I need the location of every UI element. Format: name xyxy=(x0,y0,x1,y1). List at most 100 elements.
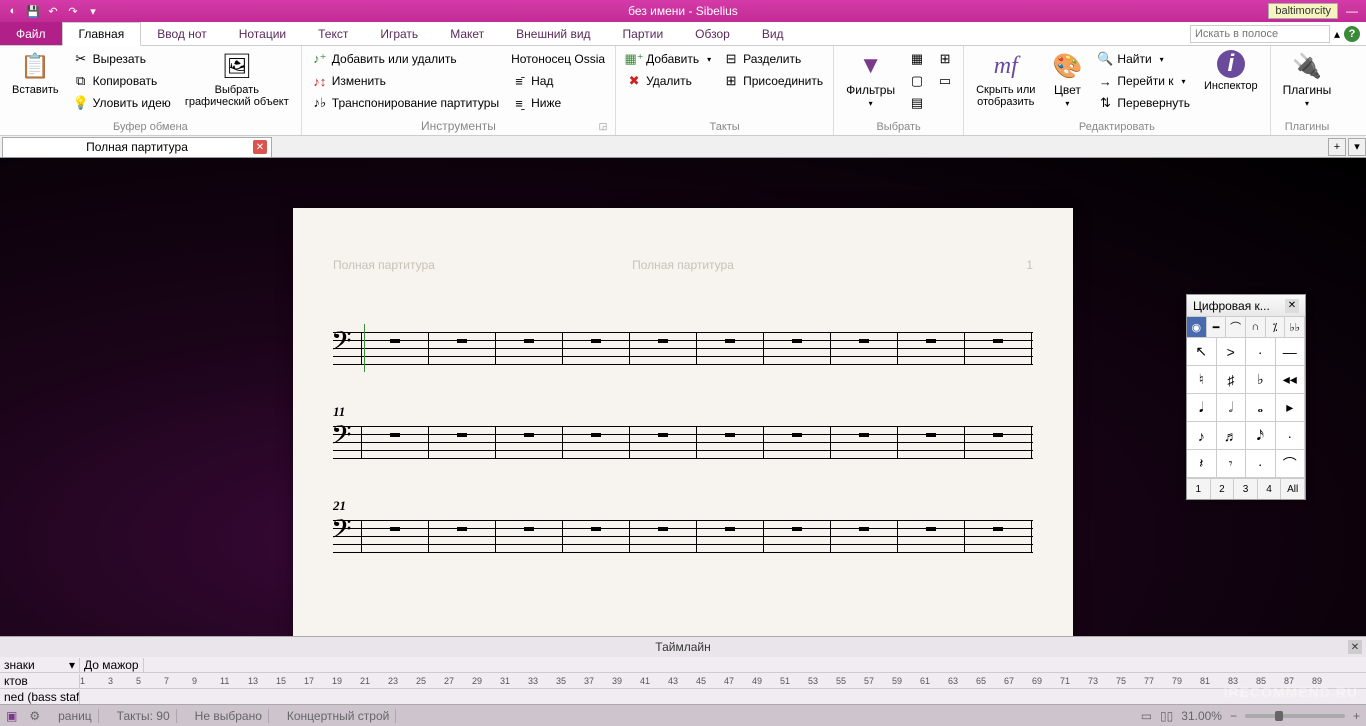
keypad-key[interactable]: · xyxy=(1246,338,1276,366)
filters-button[interactable]: ▼ Фильтры▾ xyxy=(840,48,901,112)
keypad-titlebar[interactable]: Цифровая к... ✕ xyxy=(1187,295,1305,317)
view-single-icon[interactable]: ▭ xyxy=(1141,709,1152,723)
help-icon[interactable]: ? xyxy=(1344,26,1360,42)
keypad-key[interactable]: ♪ xyxy=(1187,422,1217,450)
tab-review[interactable]: Обзор xyxy=(679,22,746,45)
keypad-voice[interactable]: 1 xyxy=(1187,479,1211,499)
ribbon-collapse-icon[interactable]: ▴ xyxy=(1334,27,1340,41)
below-button[interactable]: ≡̱Ниже xyxy=(507,92,609,114)
split-bar-button[interactable]: ⊟Разделить xyxy=(719,48,827,70)
zoom-out-icon[interactable]: − xyxy=(1230,709,1237,723)
tab-notations[interactable]: Нотации xyxy=(223,22,302,45)
keypad-key[interactable]: ◂◂ xyxy=(1276,366,1306,394)
qat-dropdown-icon[interactable]: ▾ xyxy=(84,2,102,20)
select-system-button[interactable]: ⊞ xyxy=(933,48,957,70)
find-button[interactable]: 🔍Найти▾ xyxy=(1093,48,1194,70)
keypad-key[interactable]: — xyxy=(1276,338,1306,366)
select-bars-button[interactable]: ▭ xyxy=(933,70,957,92)
keypad-key[interactable]: 𝄽 xyxy=(1187,450,1217,478)
instruments-launcher-icon[interactable]: ◲ xyxy=(597,121,609,133)
delete-bar-button[interactable]: ✖Удалить xyxy=(622,70,715,92)
panorama-icon[interactable]: ▣ xyxy=(6,709,17,723)
redo-icon[interactable]: ↷ xyxy=(64,2,82,20)
zoom-slider[interactable] xyxy=(1245,714,1345,718)
keypad-key[interactable]: 𝅘𝅥 xyxy=(1187,394,1217,422)
keypad-voice[interactable]: 4 xyxy=(1258,479,1282,499)
keypad-key[interactable]: · xyxy=(1276,422,1306,450)
add-bar-button[interactable]: ▦⁺Добавить▾ xyxy=(622,48,715,70)
select-none-button[interactable]: ▢ xyxy=(905,70,929,92)
keypad-voice[interactable]: 2 xyxy=(1211,479,1235,499)
keypad-voice[interactable]: 3 xyxy=(1234,479,1258,499)
keypad-tab[interactable]: ⁒ xyxy=(1266,317,1286,337)
staff-system[interactable]: 11𝄢 xyxy=(333,404,1033,458)
tab-view[interactable]: Вид xyxy=(746,22,800,45)
keypad-tab[interactable]: ⌒ xyxy=(1226,317,1246,337)
tab-text[interactable]: Текст xyxy=(302,22,364,45)
timeline-titlebar[interactable]: Таймлайн ✕ xyxy=(0,637,1366,657)
hide-show-button[interactable]: mf Скрыть или отобразить xyxy=(970,48,1041,110)
keypad-key[interactable]: 𝄾 xyxy=(1217,450,1247,478)
keypad-tab[interactable]: ♭♭ xyxy=(1285,317,1305,337)
close-tab-icon[interactable]: ✕ xyxy=(253,140,267,154)
transpose-score-button[interactable]: ♪♭Транспонирование партитуры xyxy=(308,92,503,114)
select-all-button[interactable]: ▦ xyxy=(905,48,929,70)
save-icon[interactable]: 💾 xyxy=(24,2,42,20)
staff-system[interactable]: 21𝄢 xyxy=(333,498,1033,552)
keypad-key[interactable]: ▸ xyxy=(1276,394,1306,422)
keypad-key[interactable]: ♭ xyxy=(1246,366,1276,394)
keypad-voice[interactable]: All xyxy=(1281,479,1305,499)
keypad-key[interactable]: ↖ xyxy=(1187,338,1217,366)
tab-note-input[interactable]: Ввод нот xyxy=(141,22,223,45)
zoom-in-icon[interactable]: + xyxy=(1353,709,1360,723)
ossia-button[interactable]: Нотоносец Ossia xyxy=(507,48,609,70)
plugins-button[interactable]: 🔌 Плагины▾ xyxy=(1277,48,1338,112)
add-remove-button[interactable]: ♪⁺Добавить или удалить xyxy=(308,48,503,70)
select-graphic-button[interactable]: 🖼 Выбрать графический объект xyxy=(179,48,295,110)
minimize-icon[interactable]: — xyxy=(1342,4,1362,18)
keypad-key[interactable]: ⌒ xyxy=(1276,450,1306,478)
undo-icon[interactable]: ↶ xyxy=(44,2,62,20)
copy-button[interactable]: ⧉Копировать xyxy=(69,70,175,92)
search-input[interactable] xyxy=(1190,25,1330,43)
inspector-button[interactable]: i Инспектор xyxy=(1198,48,1264,94)
timeline-ruler[interactable]: 1357911131517192123252729313335373941434… xyxy=(80,676,1366,686)
flip-button[interactable]: ⇅Перевернуть xyxy=(1093,92,1194,114)
goto-button[interactable]: →Перейти к▾ xyxy=(1093,70,1194,92)
above-button[interactable]: ≡̄Над xyxy=(507,70,609,92)
timeline-close-icon[interactable]: ✕ xyxy=(1348,640,1362,654)
tab-play[interactable]: Играть xyxy=(364,22,434,45)
capture-idea-button[interactable]: 💡Уловить идею xyxy=(69,92,175,114)
keypad-key[interactable]: > xyxy=(1217,338,1247,366)
staff-system[interactable]: 𝄢 xyxy=(333,332,1033,364)
keypad-tab[interactable]: ◉ xyxy=(1187,317,1207,337)
keypad-tab[interactable]: ━ xyxy=(1207,317,1227,337)
keypad-key[interactable]: 𝅝 xyxy=(1246,394,1276,422)
view-spread-icon[interactable]: ▯▯ xyxy=(1160,709,1173,723)
keypad-key[interactable]: · xyxy=(1246,450,1276,478)
keypad-key[interactable]: 𝅘𝅥𝅯 xyxy=(1246,422,1276,450)
color-button[interactable]: 🎨 Цвет▾ xyxy=(1045,48,1089,112)
keypad-key[interactable]: 𝅗𝅥 xyxy=(1217,394,1247,422)
select-more-button[interactable]: ▤ xyxy=(905,92,929,114)
tab-menu-icon[interactable]: ▾ xyxy=(1348,138,1366,156)
keypad-key[interactable]: ♮ xyxy=(1187,366,1217,394)
document-tab[interactable]: Полная партитура ✕ xyxy=(2,137,272,157)
app-icon[interactable]: ◐ xyxy=(4,2,22,20)
tab-parts[interactable]: Партии xyxy=(607,22,680,45)
chevron-down-icon[interactable]: ▾ xyxy=(69,658,75,672)
paste-button[interactable]: 📋 Вставить xyxy=(6,48,65,98)
keypad-key[interactable]: ♯ xyxy=(1217,366,1247,394)
change-instrument-button[interactable]: ♪↕Изменить xyxy=(308,70,503,92)
tab-home[interactable]: Главная xyxy=(62,22,142,46)
keypad-close-icon[interactable]: ✕ xyxy=(1285,299,1299,313)
cut-button[interactable]: ✂Вырезать xyxy=(69,48,175,70)
score-canvas[interactable]: Полная партитура Полная партитура 1 𝄢11𝄢… xyxy=(0,158,1366,636)
tab-layout[interactable]: Макет xyxy=(434,22,500,45)
tab-file[interactable]: Файл xyxy=(0,22,62,45)
key-signature[interactable]: До мажор xyxy=(80,658,144,672)
add-tab-icon[interactable]: + xyxy=(1328,138,1346,156)
settings-icon[interactable]: ⚙ xyxy=(29,709,40,723)
join-bar-button[interactable]: ⊞Присоединить xyxy=(719,70,827,92)
keypad-key[interactable]: ♬ xyxy=(1217,422,1247,450)
